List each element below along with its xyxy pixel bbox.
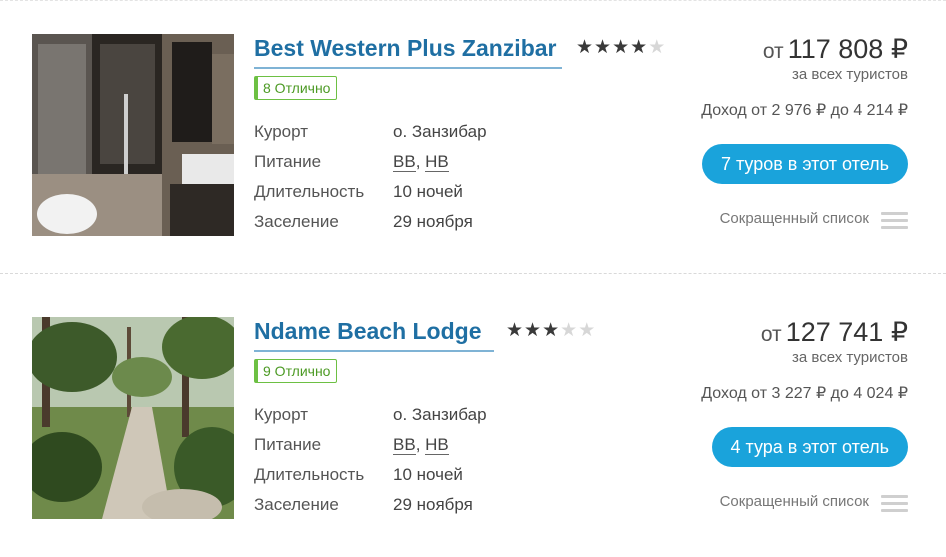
rating-badge: 8 Отлично — [254, 76, 338, 100]
star-rating: ★★★★★ — [506, 320, 596, 342]
meal-hb-link[interactable]: HB — [425, 435, 449, 455]
meal-hb-link[interactable]: HB — [425, 152, 449, 172]
price-note: за всех туристов — [792, 349, 908, 366]
currency-symbol: ₽ — [890, 34, 908, 64]
checkin-value: 29 ноября — [393, 495, 473, 514]
currency-symbol: ₽ — [815, 102, 827, 119]
income-to: 4 214 — [853, 102, 894, 119]
list-icon[interactable] — [881, 212, 908, 230]
price-prefix: от — [760, 323, 782, 346]
star-icon: ★ — [612, 37, 631, 58]
income-mid: до — [830, 385, 849, 402]
price-note: за всех туристов — [792, 66, 908, 83]
income-to: 4 024 — [853, 385, 894, 402]
income-prefix: Доход от — [701, 102, 768, 119]
income-range: Доход от 3 227 ₽ до 4 024 ₽ — [701, 383, 908, 403]
duration-value: 10 ночей — [393, 182, 463, 201]
meal-bb-link[interactable]: BB — [393, 152, 416, 172]
income-mid: до — [830, 102, 849, 119]
star-icon: ★ — [560, 320, 579, 341]
hotel-photo[interactable] — [32, 34, 234, 236]
short-list-link[interactable]: Сокращенный список — [720, 493, 869, 510]
income-prefix: Доход от — [701, 385, 768, 402]
price-prefix: от — [762, 40, 784, 63]
star-icon: ★ — [648, 37, 667, 58]
top-divider — [0, 0, 946, 2]
card-divider — [0, 273, 946, 274]
star-icon: ★ — [542, 320, 561, 341]
hotel-name-link[interactable]: Best Western Plus Zanzibar — [254, 34, 562, 69]
checkin-value: 29 ноября — [393, 212, 473, 231]
duration-label: Длительность — [254, 182, 365, 201]
meal-bb-link[interactable]: BB — [393, 435, 416, 455]
currency-symbol: ₽ — [815, 385, 827, 402]
resort-value: о. Занзибар — [393, 405, 487, 424]
hotel-card: Best Western Plus Zanzibar ★★★★★ 8 Отлич… — [0, 34, 946, 274]
income-range: Доход от 2 976 ₽ до 4 214 ₽ — [701, 100, 908, 120]
tours-button[interactable]: 7 туров в этот отель — [701, 144, 908, 184]
price: от 117 808 ₽ — [763, 34, 908, 67]
price-value: 117 808 — [787, 34, 884, 64]
price-value: 127 741 — [785, 317, 884, 347]
resort-label: Курорт — [254, 122, 308, 141]
hotel-name-link[interactable]: Ndame Beach Lodge — [254, 317, 494, 352]
hotel-card: Ndame Beach Lodge ★★★★★ 9 Отлично Курорт… — [0, 317, 946, 557]
hotel-photo[interactable] — [32, 317, 234, 519]
star-icon: ★ — [578, 320, 597, 341]
resort-value: о. Занзибар — [393, 122, 487, 141]
list-icon[interactable] — [881, 495, 908, 513]
income-from: 3 227 — [771, 385, 812, 402]
duration-label: Длительность — [254, 465, 365, 484]
checkin-label: Заселение — [254, 495, 339, 514]
star-icon: ★ — [576, 37, 595, 58]
star-icon: ★ — [630, 37, 649, 58]
star-icon: ★ — [506, 320, 525, 341]
duration-value: 10 ночей — [393, 465, 463, 484]
tours-button[interactable]: 4 тура в этот отель — [711, 427, 908, 467]
resort-label: Курорт — [254, 405, 308, 424]
income-from: 2 976 — [771, 102, 812, 119]
meal-label: Питание — [254, 435, 322, 454]
short-list-link[interactable]: Сокращенный список — [720, 210, 869, 227]
star-icon: ★ — [594, 37, 613, 58]
currency-symbol: ₽ — [897, 385, 908, 402]
checkin-label: Заселение — [254, 212, 339, 231]
meal-value: BB, HB — [393, 152, 449, 172]
star-icon: ★ — [524, 320, 543, 341]
currency-symbol: ₽ — [897, 102, 908, 119]
meal-value: BB, HB — [393, 435, 449, 455]
rating-badge: 9 Отлично — [254, 359, 338, 383]
star-rating: ★★★★★ — [576, 37, 666, 59]
price: от 127 741 ₽ — [761, 317, 908, 350]
currency-symbol: ₽ — [890, 317, 908, 347]
meal-label: Питание — [254, 152, 322, 171]
